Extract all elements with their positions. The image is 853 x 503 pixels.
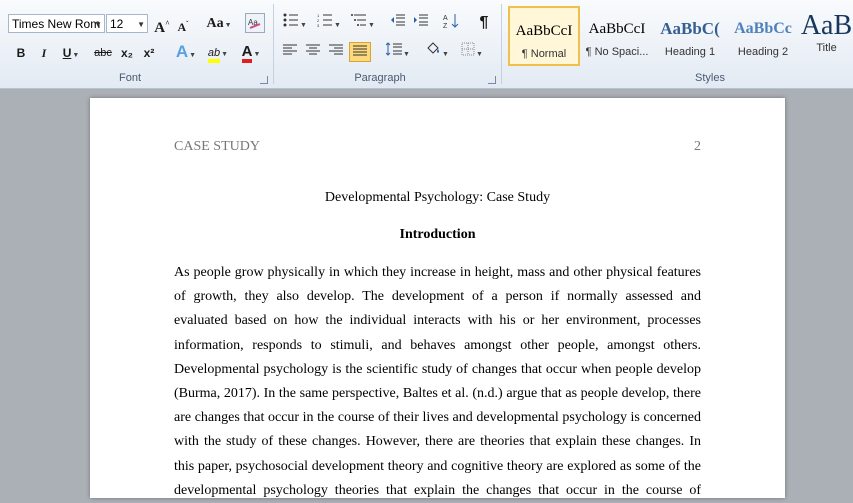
numbering-button[interactable]: 1 2 3 ▼ <box>314 13 344 33</box>
underline-icon: U <box>62 46 72 60</box>
italic-button[interactable]: I <box>35 43 53 63</box>
chevron-down-icon[interactable]: ▼ <box>137 15 145 32</box>
paragraph-line: of growth, they also develop. The develo… <box>174 289 701 305</box>
text-effects-icon: A <box>175 42 189 61</box>
multilevel-list-icon <box>351 14 367 26</box>
font-color-icon: A <box>241 44 253 63</box>
font-dialog-launcher[interactable] <box>260 76 268 84</box>
grow-font-button[interactable]: A^ <box>153 14 171 36</box>
text-effects-button[interactable]: A▼ <box>172 42 200 62</box>
line-spacing-button[interactable]: ▼ <box>383 42 413 62</box>
highlight-icon: ab <box>207 47 221 63</box>
section-heading: Introduction <box>399 227 476 242</box>
page-number: 2 <box>694 139 701 154</box>
style-sample: AaBbCc <box>734 20 792 37</box>
paragraph-line: information, responds to stimuli, and be… <box>174 337 701 353</box>
strikethrough-button[interactable]: abc <box>92 43 114 63</box>
bullets-button[interactable]: ▼ <box>280 13 310 33</box>
body-paragraph[interactable]: As people grow physically in which they … <box>174 261 701 503</box>
paragraph-line: evaluated based on how the individual in… <box>174 313 701 329</box>
align-center-button[interactable] <box>303 42 323 62</box>
justify-button[interactable] <box>349 42 371 62</box>
chevron-down-icon[interactable]: ▼ <box>94 15 102 32</box>
bold-button[interactable]: B <box>12 43 30 63</box>
style-normal[interactable]: AaBbCcI ¶ Normal <box>508 6 580 66</box>
svg-text:3: 3 <box>317 23 320 27</box>
group-divider <box>273 4 274 84</box>
underline-button[interactable]: U▼ <box>58 43 84 63</box>
svg-text:A: A <box>443 15 448 22</box>
numbering-icon: 123 <box>317 13 333 28</box>
style-title[interactable]: AaB Title <box>800 6 853 66</box>
font-size-combo[interactable]: 12 ▼ <box>106 14 148 33</box>
font-name-value: Times New Rom <box>12 17 101 31</box>
borders-button[interactable]: ▼ <box>457 42 487 62</box>
clear-formatting-button[interactable]: Aa <box>245 13 265 33</box>
style-heading-1[interactable]: AaBbC( Heading 1 <box>654 6 726 66</box>
style-sample: AaBbC( <box>660 19 720 38</box>
style-no-spacing[interactable]: AaBbCcI ¶ No Spaci... <box>581 6 653 66</box>
styles-gallery: AaBbCcI ¶ Normal AaBbCcI ¶ No Spaci... A… <box>505 6 853 68</box>
font-size-value: 12 <box>110 17 124 31</box>
highlight-button[interactable]: ab▼ <box>203 42 233 63</box>
align-right-button[interactable] <box>326 42 346 62</box>
bullets-icon <box>283 13 299 27</box>
sort-button[interactable]: AZ <box>441 13 461 33</box>
style-name: ¶ Normal <box>521 48 567 60</box>
styles-group-label: Styles <box>695 72 725 84</box>
line-spacing-icon <box>385 42 403 56</box>
document-title: Developmental Psychology: Case Study <box>324 190 551 205</box>
increase-indent-button[interactable] <box>411 13 431 33</box>
style-name: Heading 1 <box>664 46 716 58</box>
paragraph-line: are changes that occur in the course of … <box>174 410 701 426</box>
style-name: ¶ No Spaci... <box>585 46 649 58</box>
style-name: Heading 2 <box>737 46 789 58</box>
paragraph-line: Developmental psychology is the scientif… <box>174 361 701 377</box>
change-case-button[interactable]: Aa▼ <box>205 14 233 34</box>
change-case-icon: Aa <box>206 16 224 31</box>
align-center-icon <box>306 44 320 55</box>
paragraph-dialog-launcher[interactable] <box>488 76 496 84</box>
shading-button[interactable]: ▼ <box>422 42 452 62</box>
paragraph-line: this paper, psychosocial development the… <box>174 458 701 474</box>
shrink-font-icon: A <box>177 20 187 34</box>
justify-icon <box>353 45 367 56</box>
paragraph-group-label: Paragraph <box>354 72 406 84</box>
paragraph-line: As people grow physically in which they … <box>174 265 701 280</box>
increase-indent-icon <box>414 14 428 26</box>
decrease-indent-button[interactable] <box>388 13 408 33</box>
svg-text:Z: Z <box>443 23 448 29</box>
align-left-button[interactable] <box>280 42 300 62</box>
paragraph-line: developmental psychology theories that e… <box>174 482 701 498</box>
paragraph-line: (Burma, 2017). In the same perspective, … <box>174 385 701 401</box>
font-group-label: Font <box>118 72 141 84</box>
style-name: Title <box>816 42 837 54</box>
subscript-button[interactable]: x₂ <box>118 43 136 63</box>
align-right-icon <box>329 44 343 55</box>
sort-icon: AZ <box>443 14 459 30</box>
style-sample: AaBbCcI <box>515 23 573 39</box>
grow-font-icon: A <box>154 20 166 36</box>
borders-icon <box>461 42 475 56</box>
superscript-button[interactable]: x² <box>140 43 158 63</box>
page-header-title: CASE STUDY <box>174 139 260 154</box>
clear-formatting-icon: Aa <box>248 18 261 29</box>
font-color-button[interactable]: A▼ <box>237 42 265 63</box>
paragraph-line: with the study of these changes. However… <box>174 434 701 450</box>
group-divider <box>501 4 502 84</box>
font-name-combo[interactable]: Times New Rom ▼ <box>8 14 105 33</box>
shrink-font-button[interactable]: Aˇ <box>174 14 192 34</box>
align-left-icon <box>283 44 297 55</box>
style-sample: AaBbCcI <box>588 21 646 37</box>
decrease-indent-icon <box>391 14 405 26</box>
document-page[interactable]: CASE STUDY 2 Developmental Psychology: C… <box>90 98 785 498</box>
style-sample: AaB <box>800 10 853 41</box>
ribbon: Times New Rom ▼ 12 ▼ A^ Aˇ Aa▼ Aa B I U▼… <box>0 0 853 89</box>
style-heading-2[interactable]: AaBbCc Heading 2 <box>727 6 799 66</box>
multilevel-list-button[interactable]: ▼ <box>348 13 378 33</box>
paint-bucket-icon <box>427 42 440 54</box>
show-formatting-marks-button[interactable]: ¶ <box>474 13 494 33</box>
